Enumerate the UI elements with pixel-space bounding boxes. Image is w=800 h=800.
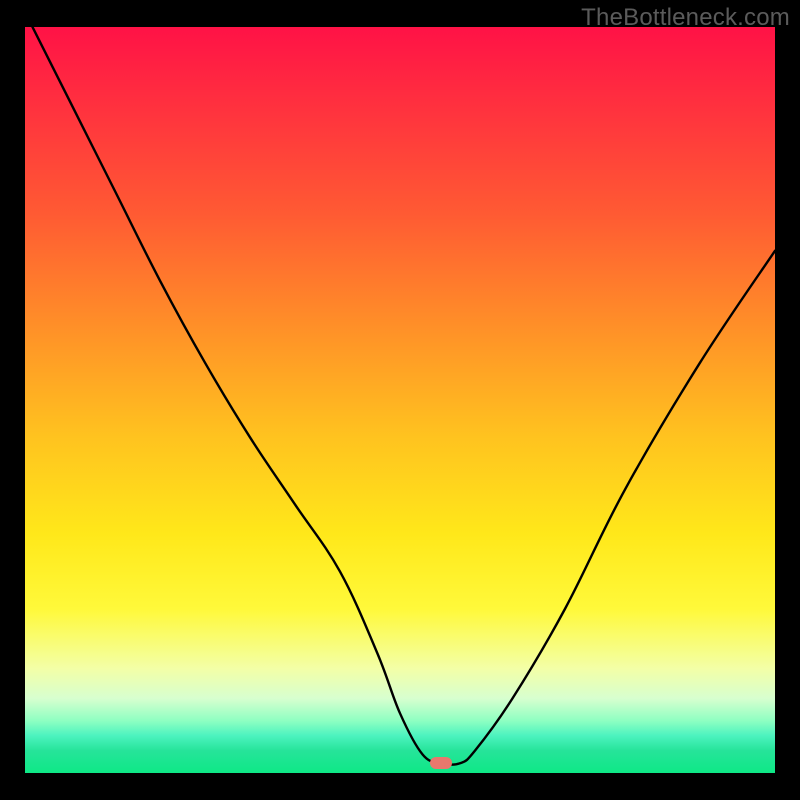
chart-frame: TheBottleneck.com <box>0 0 800 800</box>
bottleneck-curve <box>25 27 775 773</box>
plot-area <box>25 27 775 773</box>
optimal-point-marker <box>430 757 452 769</box>
watermark-text: TheBottleneck.com <box>581 4 790 32</box>
